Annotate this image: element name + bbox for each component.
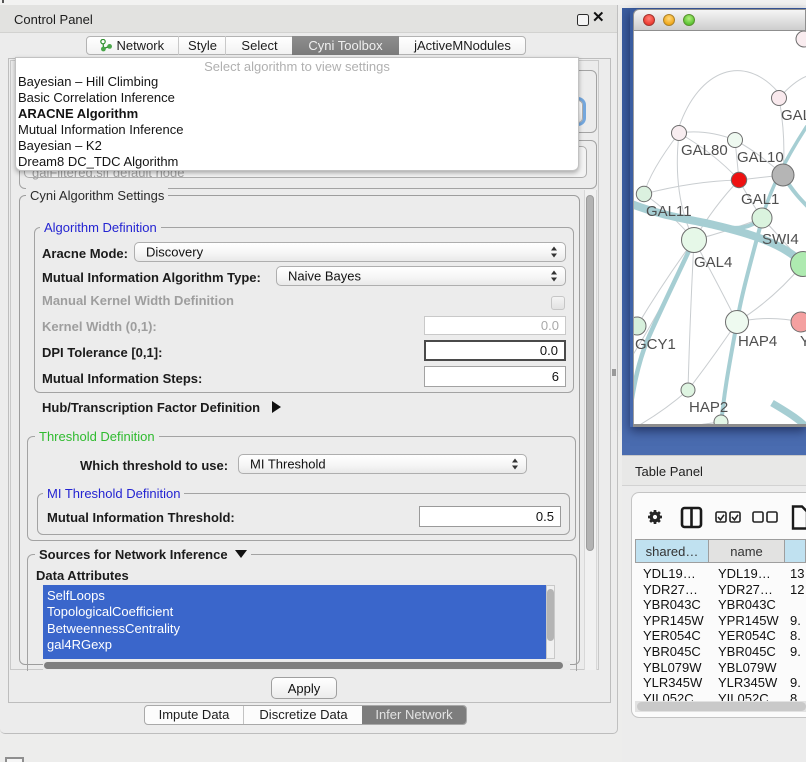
svg-text:SWI4: SWI4 [762,231,799,248]
svg-text:GAL1: GAL1 [741,191,779,208]
svg-text:HAP4: HAP4 [738,333,777,350]
svg-text:Y: Y [800,333,806,350]
svg-text:GAL10: GAL10 [737,149,784,166]
svg-text:GAL2: GAL2 [781,107,806,124]
svg-text:GAL80: GAL80 [681,142,728,159]
svg-text:HAP2: HAP2 [689,399,728,416]
svg-text:GAL4: GAL4 [694,254,732,271]
svg-text:GAL11: GAL11 [646,203,692,220]
svg-text:GCY1: GCY1 [635,336,676,353]
